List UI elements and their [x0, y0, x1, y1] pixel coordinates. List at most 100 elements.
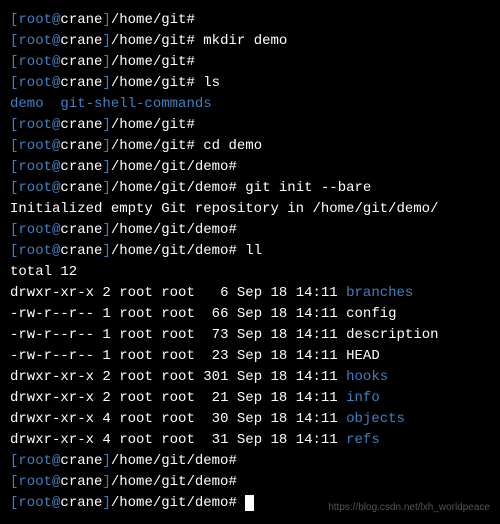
- terminal-line: [root@crane]/home/git/demo#: [10, 220, 490, 241]
- file-name: description: [346, 327, 438, 343]
- file-perms: -rw-r--r--: [10, 348, 94, 364]
- file-group: root: [161, 390, 195, 406]
- prompt-path: /home/git: [111, 75, 187, 91]
- prompt-bracket: ]: [102, 474, 110, 490]
- file-owner: root: [119, 348, 153, 364]
- file-size: 30: [203, 411, 228, 427]
- file-links: 2: [102, 390, 110, 406]
- file-perms: -rw-r--r--: [10, 306, 94, 322]
- file-date: Sep 18 14:11: [237, 327, 338, 343]
- terminal-line: [root@crane]/home/git/demo#: [10, 472, 490, 493]
- prompt-bracket: ]: [102, 12, 110, 28]
- terminal-window[interactable]: [root@crane]/home/git# [root@crane]/home…: [10, 10, 490, 514]
- command-text: mkdir demo: [203, 33, 287, 49]
- prompt-path: /home/git/demo: [111, 243, 229, 259]
- prompt-host: crane: [60, 243, 102, 259]
- ls-output-line: demo git-shell-commands: [10, 94, 490, 115]
- prompt-host: crane: [60, 75, 102, 91]
- command-text: ll: [245, 243, 262, 259]
- ll-output-line: -rw-r--r-- 1 root root 23 Sep 18 14:11 H…: [10, 346, 490, 367]
- file-links: 2: [102, 285, 110, 301]
- prompt-path: /home/git/demo: [111, 495, 229, 511]
- prompt-host: crane: [60, 33, 102, 49]
- file-group: root: [161, 348, 195, 364]
- prompt-user: root: [18, 495, 52, 511]
- prompt-path: /home/git/demo: [111, 159, 229, 175]
- prompt-hash: #: [186, 33, 203, 49]
- prompt-user: root: [18, 75, 52, 91]
- prompt-path: /home/git/demo: [111, 180, 229, 196]
- file-group: root: [161, 411, 195, 427]
- prompt-bracket: ]: [102, 54, 110, 70]
- file-name: config: [346, 306, 396, 322]
- file-size: 73: [203, 327, 228, 343]
- prompt-user: root: [18, 159, 52, 175]
- file-date: Sep 18 14:11: [237, 432, 338, 448]
- terminal-line: [root@crane]/home/git/demo# ll: [10, 241, 490, 262]
- ll-output-line: drwxr-xr-x 2 root root 21 Sep 18 14:11 i…: [10, 388, 490, 409]
- prompt-user: root: [18, 453, 52, 469]
- prompt-host: crane: [60, 180, 102, 196]
- prompt-bracket: ]: [102, 117, 110, 133]
- file-date: Sep 18 14:11: [237, 411, 338, 427]
- prompt-user: root: [18, 180, 52, 196]
- file-name: HEAD: [346, 348, 380, 364]
- file-size: 21: [203, 390, 228, 406]
- prompt-host: crane: [60, 453, 102, 469]
- prompt-host: crane: [60, 495, 102, 511]
- file-owner: root: [119, 327, 153, 343]
- file-name: branches: [346, 285, 413, 301]
- file-perms: drwxr-xr-x: [10, 285, 94, 301]
- file-name: hooks: [346, 369, 388, 385]
- prompt-hash: #: [186, 75, 203, 91]
- file-size: 31: [203, 432, 228, 448]
- prompt-path: /home/git: [111, 33, 187, 49]
- prompt-user: root: [18, 33, 52, 49]
- command-text: cd demo: [203, 138, 262, 154]
- file-owner: root: [119, 390, 153, 406]
- cursor-icon: [245, 495, 254, 511]
- prompt-hash: #: [186, 12, 203, 28]
- file-links: 1: [102, 327, 110, 343]
- terminal-line: [root@crane]/home/git# ls: [10, 73, 490, 94]
- terminal-line: [root@crane]/home/git/demo#: [10, 157, 490, 178]
- prompt-path: /home/git: [111, 117, 187, 133]
- prompt-bracket: ]: [102, 180, 110, 196]
- prompt-host: crane: [60, 159, 102, 175]
- file-size: 6: [203, 285, 228, 301]
- file-date: Sep 18 14:11: [237, 348, 338, 364]
- prompt-hash: #: [186, 138, 203, 154]
- file-links: 2: [102, 369, 110, 385]
- file-links: 4: [102, 432, 110, 448]
- prompt-bracket: ]: [102, 75, 110, 91]
- terminal-line: [root@crane]/home/git#: [10, 52, 490, 73]
- terminal-line: [root@crane]/home/git#: [10, 115, 490, 136]
- file-group: root: [161, 285, 195, 301]
- prompt-host: crane: [60, 117, 102, 133]
- file-owner: root: [119, 306, 153, 322]
- prompt-host: crane: [60, 474, 102, 490]
- prompt-path: /home/git: [111, 54, 187, 70]
- prompt-bracket: ]: [102, 453, 110, 469]
- prompt-bracket: ]: [102, 138, 110, 154]
- file-group: root: [161, 306, 195, 322]
- prompt-bracket: ]: [102, 222, 110, 238]
- prompt-bracket: ]: [102, 33, 110, 49]
- file-owner: root: [119, 285, 153, 301]
- ll-output-line: drwxr-xr-x 2 root root 6 Sep 18 14:11 br…: [10, 283, 490, 304]
- file-name: info: [346, 390, 380, 406]
- prompt-hash: #: [228, 453, 245, 469]
- file-name: refs: [346, 432, 380, 448]
- file-group: root: [161, 327, 195, 343]
- prompt-path: /home/git/demo: [111, 222, 229, 238]
- command-text: git init --bare: [245, 180, 371, 196]
- prompt-hash: #: [228, 222, 245, 238]
- output-line: total 12: [10, 262, 490, 283]
- file-owner: root: [119, 369, 153, 385]
- output-line: Initialized empty Git repository in /hom…: [10, 199, 490, 220]
- ll-output-line: drwxr-xr-x 4 root root 30 Sep 18 14:11 o…: [10, 409, 490, 430]
- prompt-hash: #: [186, 54, 203, 70]
- prompt-path: /home/git: [111, 138, 187, 154]
- ls-entry: git-shell-commands: [60, 96, 211, 112]
- prompt-user: root: [18, 222, 52, 238]
